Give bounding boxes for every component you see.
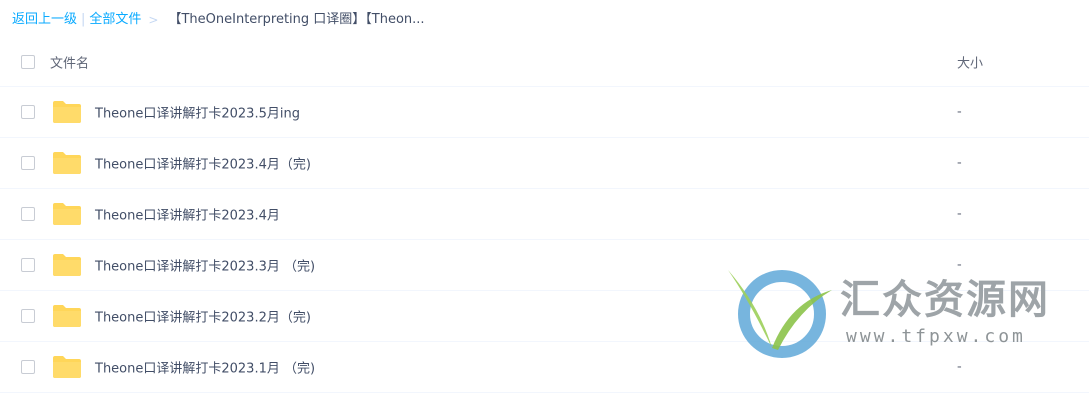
- file-name[interactable]: Theone口译讲解打卡2023.4月: [95, 205, 280, 224]
- folder-icon: [53, 356, 81, 378]
- file-name[interactable]: Theone口译讲解打卡2023.2月（完): [95, 307, 311, 326]
- column-header-size[interactable]: 大小: [957, 53, 983, 72]
- breadcrumb-separator: |: [81, 12, 86, 27]
- breadcrumb: 返回上一级 | 全部文件 > 【TheOneInterpreting 口译圈】【…: [12, 10, 425, 30]
- file-row[interactable]: Theone口译讲解打卡2023.1月 （完) -: [0, 342, 1089, 393]
- file-row[interactable]: Theone口译讲解打卡2023.4月 -: [0, 189, 1089, 240]
- file-list: 文件名 大小 Theone口译讲解打卡2023.5月ing - Theone口译…: [0, 38, 1089, 393]
- folder-icon: [53, 152, 81, 174]
- file-row[interactable]: Theone口译讲解打卡2023.4月（完) -: [0, 138, 1089, 189]
- folder-icon: [53, 254, 81, 276]
- select-all-checkbox[interactable]: [21, 55, 35, 69]
- row-checkbox[interactable]: [21, 258, 35, 272]
- file-size: -: [957, 155, 962, 171]
- file-size: -: [957, 359, 962, 375]
- file-name[interactable]: Theone口译讲解打卡2023.3月 （完): [95, 256, 315, 275]
- file-list-header: 文件名 大小: [0, 38, 1089, 87]
- file-size: -: [957, 308, 962, 324]
- folder-icon: [53, 203, 81, 225]
- file-name[interactable]: Theone口译讲解打卡2023.1月 （完): [95, 358, 315, 377]
- file-name[interactable]: Theone口译讲解打卡2023.5月ing: [95, 103, 300, 122]
- row-checkbox[interactable]: [21, 207, 35, 221]
- file-size: -: [957, 257, 962, 273]
- folder-icon: [53, 101, 81, 123]
- row-checkbox[interactable]: [21, 156, 35, 170]
- breadcrumb-arrow-icon: >: [148, 13, 159, 27]
- file-size: -: [957, 104, 962, 120]
- file-name[interactable]: Theone口译讲解打卡2023.4月（完): [95, 154, 311, 173]
- file-row[interactable]: Theone口译讲解打卡2023.5月ing -: [0, 87, 1089, 138]
- file-row[interactable]: Theone口译讲解打卡2023.3月 （完) -: [0, 240, 1089, 291]
- row-checkbox[interactable]: [21, 360, 35, 374]
- file-size: -: [957, 206, 962, 222]
- all-files-link[interactable]: 全部文件: [89, 10, 141, 30]
- breadcrumb-current-folder: 【TheOneInterpreting 口译圈】【Theon...: [168, 12, 425, 27]
- file-row[interactable]: Theone口译讲解打卡2023.2月（完) -: [0, 291, 1089, 342]
- back-link[interactable]: 返回上一级: [12, 10, 77, 30]
- folder-icon: [53, 305, 81, 327]
- column-header-name[interactable]: 文件名: [50, 53, 89, 72]
- row-checkbox[interactable]: [21, 309, 35, 323]
- row-checkbox[interactable]: [21, 105, 35, 119]
